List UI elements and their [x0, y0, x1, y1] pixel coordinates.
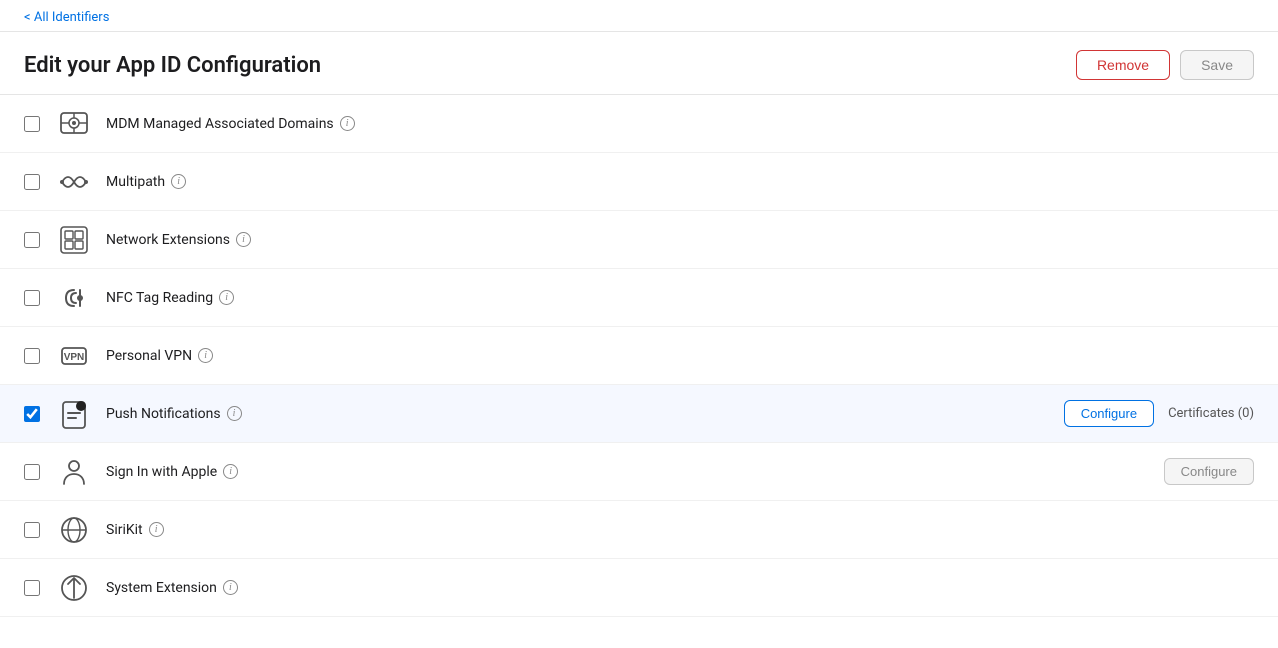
page-title: Edit your App ID Configuration	[24, 53, 321, 78]
multipath-icon	[56, 164, 92, 200]
configure-button-push-notifications[interactable]: Configure	[1064, 400, 1154, 427]
checkbox-multipath[interactable]	[24, 174, 40, 190]
cap-name-wrap-system-extension: System Extension i	[106, 580, 1254, 596]
cap-name-network-extensions: Network Extensions	[106, 232, 230, 248]
info-icon-multipath[interactable]: i	[171, 174, 186, 189]
checkbox-wrap-personal-vpn	[24, 348, 52, 364]
info-icon-nfc-tag-reading[interactable]: i	[219, 290, 234, 305]
capability-row-network-extensions: Network Extensions i	[0, 211, 1278, 269]
cap-name-push-notifications: Push Notifications	[106, 406, 221, 422]
info-icon-sirikit[interactable]: i	[149, 522, 164, 537]
cap-actions-push-notifications: Configure Certificates (0)	[1064, 400, 1254, 427]
cap-name-mdm-managed: MDM Managed Associated Domains	[106, 116, 334, 132]
cap-name-sign-in-with-apple: Sign In with Apple	[106, 464, 217, 480]
capability-row-sign-in-with-apple: Sign In with Apple i Configure	[0, 443, 1278, 501]
cap-name-nfc-tag-reading: NFC Tag Reading	[106, 290, 213, 306]
svg-text:VPN: VPN	[64, 352, 85, 363]
capability-row-sirikit: SiriKit i	[0, 501, 1278, 559]
save-button: Save	[1180, 50, 1254, 80]
capability-row-personal-vpn: VPN Personal VPN i	[0, 327, 1278, 385]
info-icon-system-extension[interactable]: i	[223, 580, 238, 595]
capability-row-system-extension: System Extension i	[0, 559, 1278, 617]
cap-name-wrap-mdm-managed: MDM Managed Associated Domains i	[106, 116, 1254, 132]
info-icon-personal-vpn[interactable]: i	[198, 348, 213, 363]
checkbox-sirikit[interactable]	[24, 522, 40, 538]
cap-name-wrap-sign-in-with-apple: Sign In with Apple i	[106, 464, 1164, 480]
cap-name-system-extension: System Extension	[106, 580, 217, 596]
cap-name-wrap-multipath: Multipath i	[106, 174, 1254, 190]
top-bar: < All Identifiers	[0, 0, 1278, 32]
checkbox-personal-vpn[interactable]	[24, 348, 40, 364]
checkbox-wrap-multipath	[24, 174, 52, 190]
capability-row-time-sensitive: Time Sensitive Notificationsi	[0, 617, 1278, 623]
checkbox-wrap-system-extension	[24, 580, 52, 596]
vpn-icon: VPN	[56, 338, 92, 374]
checkbox-wrap-network-extensions	[24, 232, 52, 248]
configure-button-sign-in-with-apple: Configure	[1164, 458, 1254, 485]
cap-name-wrap-sirikit: SiriKit i	[106, 522, 1254, 538]
info-icon-network-extensions[interactable]: i	[236, 232, 251, 247]
cap-name-multipath: Multipath	[106, 174, 165, 190]
cert-label-push-notifications: Certificates (0)	[1168, 406, 1254, 421]
info-icon-sign-in-with-apple[interactable]: i	[223, 464, 238, 479]
capability-row-multipath: Multipath i	[0, 153, 1278, 211]
back-link[interactable]: < All Identifiers	[24, 10, 109, 25]
checkbox-wrap-sign-in-with-apple	[24, 464, 52, 480]
header-actions: Remove Save	[1076, 50, 1254, 80]
capability-row-nfc-tag-reading: NFC Tag Reading i	[0, 269, 1278, 327]
info-icon-push-notifications[interactable]: i	[227, 406, 242, 421]
system-extension-icon	[56, 570, 92, 606]
checkbox-wrap-sirikit	[24, 522, 52, 538]
sirikit-icon	[56, 512, 92, 548]
nfc-icon	[56, 280, 92, 316]
sign-in-apple-icon	[56, 454, 92, 490]
page-header: Edit your App ID Configuration Remove Sa…	[0, 32, 1278, 95]
checkbox-network-extensions[interactable]	[24, 232, 40, 248]
capability-row-push-notifications: Push Notifications i Configure Certificates…	[0, 385, 1278, 443]
checkbox-wrap-nfc-tag-reading	[24, 290, 52, 306]
cap-name-wrap-nfc-tag-reading: NFC Tag Reading i	[106, 290, 1254, 306]
checkbox-mdm-managed[interactable]	[24, 116, 40, 132]
checkbox-system-extension[interactable]	[24, 580, 40, 596]
checkbox-wrap-push-notifications	[24, 406, 52, 422]
checkbox-nfc-tag-reading[interactable]	[24, 290, 40, 306]
cap-name-personal-vpn: Personal VPN	[106, 348, 192, 364]
network-extensions-icon	[56, 222, 92, 258]
capabilities-list: MDM Managed Associated Domains i Multipat…	[0, 95, 1278, 623]
cap-name-wrap-personal-vpn: Personal VPN i	[106, 348, 1254, 364]
cap-name-wrap-network-extensions: Network Extensions i	[106, 232, 1254, 248]
cap-name-wrap-push-notifications: Push Notifications i	[106, 406, 1064, 422]
info-icon-mdm-managed[interactable]: i	[340, 116, 355, 131]
checkbox-sign-in-with-apple[interactable]	[24, 464, 40, 480]
cap-name-sirikit: SiriKit	[106, 522, 143, 538]
mdm-icon	[56, 106, 92, 142]
capability-row-mdm-managed: MDM Managed Associated Domains i	[0, 95, 1278, 153]
checkbox-wrap-mdm-managed	[24, 116, 52, 132]
remove-button[interactable]: Remove	[1076, 50, 1170, 80]
push-notifications-icon	[56, 396, 92, 432]
checkbox-push-notifications[interactable]	[24, 406, 40, 422]
cap-actions-sign-in-with-apple: Configure	[1164, 458, 1254, 485]
